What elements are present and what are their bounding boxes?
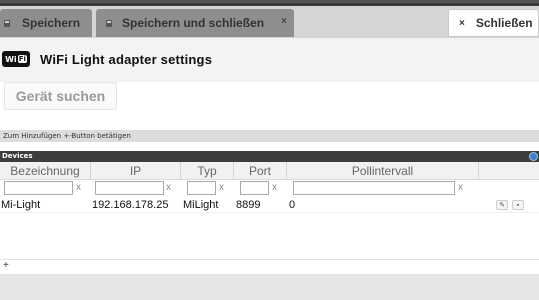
column-header-type[interactable]: Typ xyxy=(181,162,234,180)
edit-icon[interactable]: ✎ xyxy=(496,200,508,210)
clear-filter-poll[interactable]: x xyxy=(458,181,463,195)
filter-row: x x x x x xyxy=(0,180,539,197)
save-icon xyxy=(4,19,10,27)
filter-type-input[interactable] xyxy=(187,181,216,195)
delete-icon[interactable]: ▪ xyxy=(512,200,524,210)
column-header-ip[interactable]: IP xyxy=(91,162,181,180)
column-header-poll-interval[interactable]: Pollintervall xyxy=(287,162,479,180)
tab-save[interactable]: Speichern xyxy=(0,9,92,37)
filter-poll-input[interactable] xyxy=(293,181,455,195)
tab-close[interactable]: × Schließen xyxy=(448,9,539,37)
cell-type: MiLight xyxy=(183,199,219,211)
filter-port-input[interactable] xyxy=(240,181,269,195)
cell-port: 8899 xyxy=(236,199,261,211)
filter-name-input[interactable] xyxy=(4,181,73,195)
logo-badge: Fi xyxy=(17,55,27,63)
tab-close-label: Schließen xyxy=(475,16,533,30)
cell-ip: 192.168.178.25 xyxy=(92,199,169,211)
add-hint: Zum Hinzufügen +-Button betätigen xyxy=(0,130,539,142)
table-row[interactable]: Mi-Light 192.168.178.25 MiLight 8899 0 ✎… xyxy=(0,197,539,213)
panel-bottom xyxy=(0,274,539,300)
clear-filter-ip[interactable]: x xyxy=(166,181,171,195)
top-strip-shadow xyxy=(0,0,539,3)
clear-filter-port[interactable]: x xyxy=(272,181,277,195)
wifi-logo-icon: Wi Fi xyxy=(2,51,30,67)
devices-title: Devices xyxy=(2,152,33,160)
grid-footer: + xyxy=(0,259,539,271)
close-icon: × xyxy=(459,17,465,29)
column-header-port[interactable]: Port xyxy=(234,162,287,180)
search-device-button[interactable]: Gerät suchen xyxy=(4,82,117,110)
cell-poll-interval: 0 xyxy=(289,199,296,211)
clear-filter-type[interactable]: x xyxy=(219,181,224,195)
settings-panel: Wi Fi WiFi Light adapter settings Gerät s… xyxy=(0,38,539,300)
column-header-name[interactable]: Bezeichnung xyxy=(0,162,91,180)
grid-header: Bezeichnung IP Typ Port Pollintervall xyxy=(0,162,539,180)
logo-text: Wi xyxy=(5,54,17,64)
tab-save-and-close-label: Speichern und schließen xyxy=(122,16,265,30)
refresh-icon[interactable] xyxy=(529,152,538,161)
clear-filter-name[interactable]: x xyxy=(76,181,81,195)
tab-save-label: Speichern xyxy=(22,16,81,30)
filter-ip-input[interactable] xyxy=(95,181,164,195)
close-icon[interactable]: × xyxy=(281,16,287,27)
tab-save-and-close[interactable]: Speichern und schließen × xyxy=(96,9,294,37)
page-title: WiFi Light adapter settings xyxy=(40,52,213,67)
tab-bar: Speichern Speichern und schließen × × Sc… xyxy=(0,6,539,38)
devices-caption: Devices xyxy=(0,151,539,162)
cell-name: Mi-Light xyxy=(1,199,41,211)
add-button[interactable]: + xyxy=(3,260,9,272)
save-icon xyxy=(106,19,112,27)
panel-header: Wi Fi WiFi Light adapter settings xyxy=(0,38,539,82)
